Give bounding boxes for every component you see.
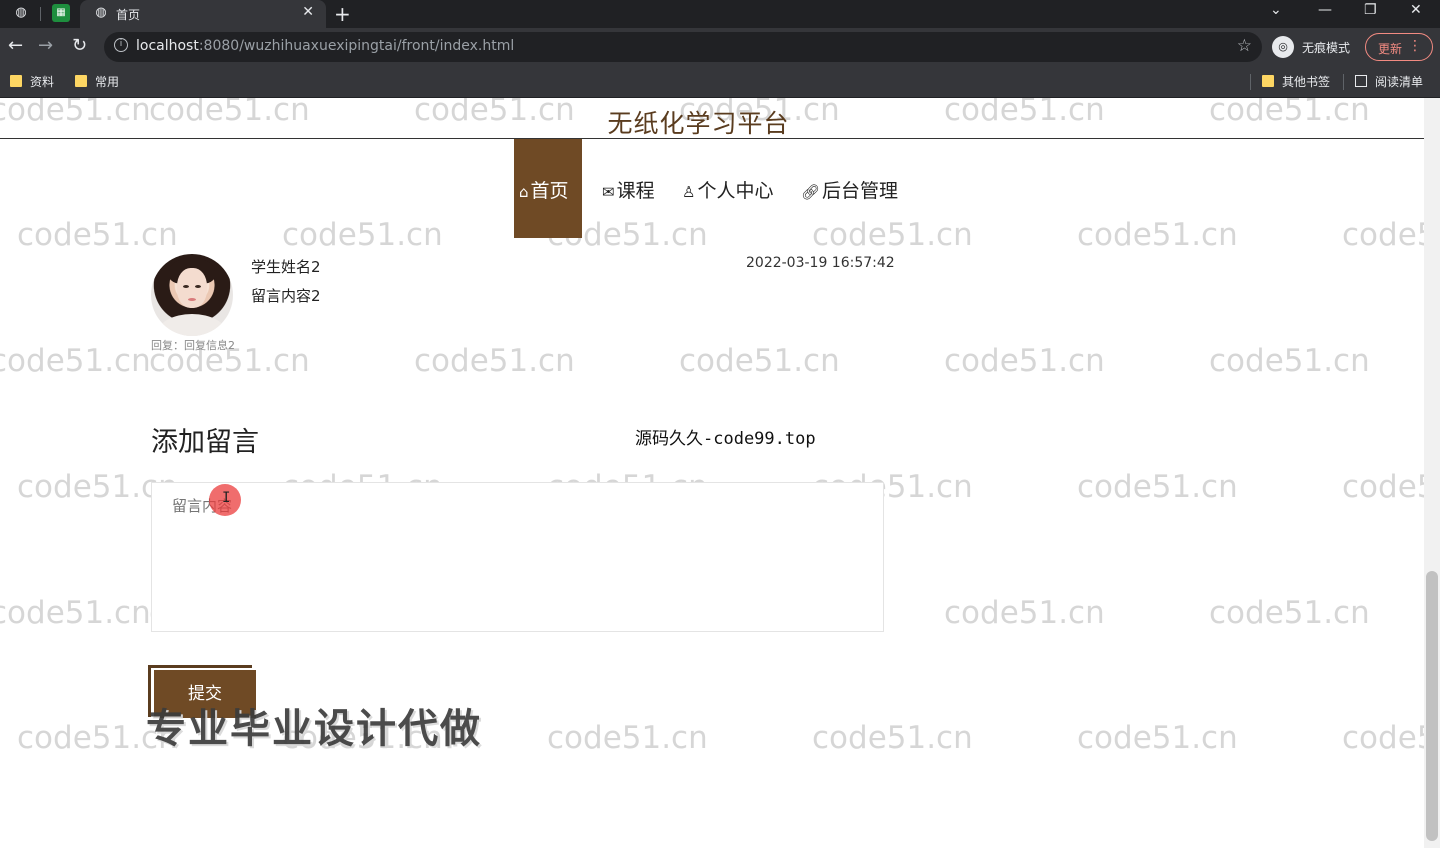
mail-icon: ✉	[602, 183, 615, 201]
message-content: 留言内容2	[251, 287, 321, 305]
tab-search-icon[interactable]: ⌄	[1270, 2, 1282, 18]
source-tag-overlay: 源码久久-code99.top	[635, 429, 816, 449]
minimize-icon[interactable]: —	[1318, 2, 1332, 18]
bookmark-folder[interactable]: 常用	[75, 73, 119, 91]
nav-item-profile[interactable]: ♙ 个人中心	[680, 139, 790, 238]
link-icon: 🔗︎	[801, 183, 821, 201]
tab-title: 首页	[116, 8, 141, 22]
message-author: 学生姓名2	[251, 258, 321, 276]
reading-list-icon	[1355, 75, 1367, 87]
sheets-icon[interactable]: ▦	[52, 4, 70, 22]
watermark: code51.cn	[0, 595, 151, 631]
reload-icon[interactable]: ↻	[72, 36, 87, 56]
active-tab[interactable]: ◍ 首页 ✕	[80, 0, 326, 28]
folder-icon	[1262, 75, 1274, 87]
nav-label: 个人中心	[697, 180, 774, 202]
watermark: code51.cn	[1077, 720, 1238, 756]
bookmark-label: 常用	[95, 75, 120, 89]
watermark: code51.cn	[0, 343, 151, 379]
user-icon: ♙	[682, 183, 696, 201]
avatar-face	[177, 268, 207, 308]
browser-toolbar: ← → ↻ i localhost:8080/wuzhihuaxuexiping…	[0, 28, 1440, 66]
reading-list[interactable]: 阅读清单	[1355, 73, 1423, 91]
site-title: 无纸化学习平台	[607, 109, 790, 138]
text-cursor-icon: I	[222, 490, 231, 506]
avatar-eye	[195, 285, 201, 288]
nav-label: 后台管理	[822, 180, 899, 202]
bookmark-label: 其他书签	[1282, 75, 1331, 89]
watermark: code51.cn	[679, 343, 840, 379]
watermark: code51.cn	[1209, 343, 1370, 379]
bookmark-label: 资料	[30, 75, 55, 89]
update-button[interactable]: 更新 ⋮	[1365, 33, 1433, 61]
watermark: code51.cn	[1077, 217, 1238, 253]
watermark: code51.cn	[944, 595, 1105, 631]
add-message-heading: 添加留言	[151, 427, 259, 458]
tab-close-icon[interactable]: ✕	[302, 4, 314, 20]
url-path: :8080/wuzhihuaxuexipingtai/front/index.h…	[198, 38, 515, 54]
incognito-label: 无痕模式	[1302, 41, 1351, 55]
watermark: code51.cn	[944, 343, 1105, 379]
new-tab-button[interactable]: +	[334, 2, 351, 26]
avatar-lip	[188, 298, 196, 301]
forward-arrow-icon[interactable]: →	[38, 36, 53, 56]
globe-icon: ◍	[95, 5, 107, 20]
home-icon: ⌂	[519, 183, 529, 201]
kebab-menu-icon[interactable]: ⋮	[1408, 38, 1422, 54]
avatar	[151, 254, 233, 336]
url-host: localhost	[136, 38, 199, 54]
maximize-icon[interactable]: ❐	[1364, 2, 1377, 18]
avatar-shoulder	[157, 314, 227, 336]
message-textarea[interactable]	[151, 482, 884, 632]
bookmark-divider	[1343, 74, 1344, 90]
scrollbar-thumb[interactable]	[1426, 571, 1438, 841]
globe-icon[interactable]: ◍	[12, 4, 30, 22]
other-bookmarks[interactable]: 其他书签	[1262, 73, 1330, 91]
nav-item-home[interactable]: ⌂ 首页	[514, 139, 582, 238]
bookmark-divider	[1250, 74, 1251, 90]
incognito-icon: ◎	[1272, 36, 1294, 58]
info-icon[interactable]: i	[114, 38, 128, 52]
browser-tab-bar: ◍ ▦ ◍ 首页 ✕ + ⌄ — ❐ ✕	[0, 0, 1440, 28]
back-arrow-icon[interactable]: ←	[8, 36, 23, 56]
address-bar[interactable]: i localhost:8080/wuzhihuaxuexipingtai/fr…	[104, 32, 1262, 62]
nav-item-courses[interactable]: ✉ 课程	[600, 139, 670, 238]
message-timestamp: 2022-03-19 16:57:42	[746, 255, 895, 271]
watermark: code51.cn	[1209, 595, 1370, 631]
page-scrollbar[interactable]	[1424, 98, 1440, 848]
page-content: code51.cn code51.cn code51.cn code51.cn …	[0, 98, 1440, 848]
ad-overlay-text: 专业毕业设计代做	[146, 706, 482, 752]
watermark: code51.cn	[812, 720, 973, 756]
tab-divider	[40, 7, 41, 21]
folder-icon	[10, 75, 22, 87]
watermark: code51.cn	[282, 217, 443, 253]
nav-item-admin[interactable]: 🔗︎ 后台管理	[799, 139, 909, 238]
watermark: code51.cn	[17, 217, 178, 253]
nav-label: 课程	[616, 180, 655, 202]
url-text[interactable]: localhost:8080/wuzhihuaxuexipingtai/fron…	[136, 38, 514, 54]
message-reply: 回复：回复信息2	[151, 339, 235, 352]
star-icon[interactable]: ☆	[1237, 36, 1252, 56]
update-label: 更新	[1378, 42, 1403, 56]
folder-icon	[75, 75, 87, 87]
watermark: code51.cn	[1077, 469, 1238, 505]
bookmark-folder[interactable]: 资料	[10, 73, 54, 91]
nav-label: 首页	[530, 180, 569, 202]
watermark: code51.cn	[414, 343, 575, 379]
watermark: code51.cn	[547, 720, 708, 756]
avatar-eye	[183, 285, 189, 288]
bookmarks-bar: 资料 常用 其他书签 阅读清单	[0, 66, 1440, 98]
bookmark-label: 阅读清单	[1375, 75, 1424, 89]
close-icon[interactable]: ✕	[1410, 2, 1422, 18]
